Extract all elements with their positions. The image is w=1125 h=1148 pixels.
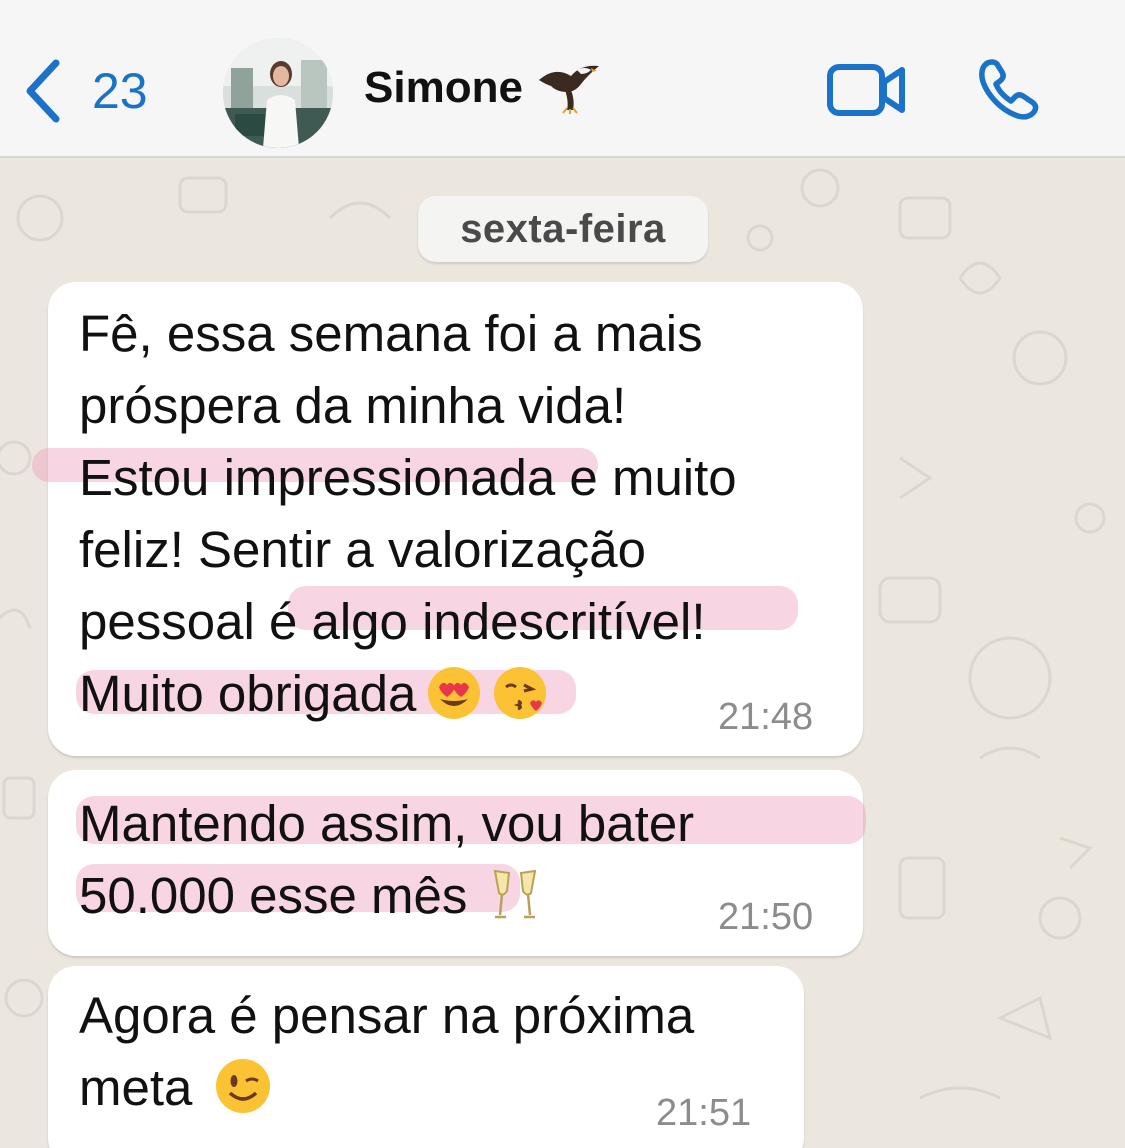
message-text-line: Agora é pensar na próxima (79, 987, 695, 1044)
message-timestamp: 21:51 (656, 1092, 752, 1134)
message-text-line: Muito obrigada (79, 665, 417, 722)
message-timestamp: 21:48 (718, 696, 814, 738)
message-bubble[interactable]: Fê, essa semana foi a mais próspera da m… (32, 282, 863, 756)
unread-count: 23 (92, 63, 148, 119)
message-text-line: 50.000 esse mês (79, 867, 468, 924)
chevron-left-icon (26, 59, 60, 123)
message-text-line: próspera da minha vida! (79, 377, 627, 434)
message-bubble[interactable]: Agora é pensar na próxima meta 21:51 (48, 966, 804, 1148)
contact-name[interactable]: Simone (364, 62, 601, 114)
phone-icon[interactable] (976, 56, 1042, 122)
date-separator: sexta-feira (418, 196, 708, 262)
message-text-line: feliz! Sentir a valorização (79, 521, 646, 578)
heart-eyes-emoji-icon (426, 665, 482, 721)
back-button[interactable]: 23 (22, 56, 148, 126)
video-call-icon[interactable] (826, 62, 908, 118)
message-bubble[interactable]: Mantendo assim, vou bater 50.000 esse mê… (48, 770, 866, 956)
contact-name-text: Simone (364, 63, 523, 112)
kiss-emoji-icon (492, 665, 548, 721)
message-text-line: pessoal é algo indescritível! (79, 593, 706, 650)
champagne-glasses-emoji-icon (487, 867, 543, 923)
contact-avatar[interactable] (223, 38, 333, 148)
eagle-emoji-icon (538, 65, 599, 114)
message-text-line: Fê, essa semana foi a mais (79, 305, 703, 362)
wink-emoji-icon (214, 1057, 272, 1115)
message-timestamp: 21:50 (718, 896, 814, 938)
message-text-line: Estou impressionada e muito (79, 449, 737, 506)
message-text-line: meta (79, 1059, 193, 1116)
message-text-line: Mantendo assim, vou bater (79, 795, 695, 852)
chat-area[interactable]: sexta-feira Fê, essa semana foi a mais p… (0, 158, 1125, 1148)
chat-header: 23 Simone (0, 0, 1125, 158)
